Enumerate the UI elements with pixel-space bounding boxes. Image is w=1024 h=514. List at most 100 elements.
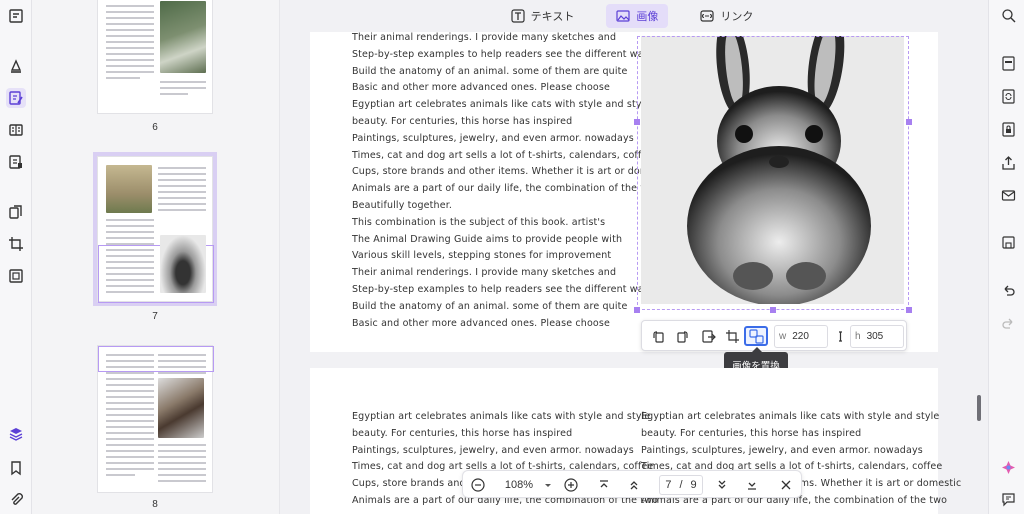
text-line[interactable]: Times, cat and dog art sells a lot of t-… <box>352 148 653 165</box>
thumbnail-page-6[interactable] <box>97 0 213 114</box>
text-line[interactable]: Egyptian art celebrates animals like cat… <box>352 409 650 426</box>
crop-page-icon[interactable] <box>6 234 26 254</box>
organize-pages-icon[interactable] <box>6 202 26 222</box>
text-line[interactable]: Cups, store brands and other items. Whet… <box>352 164 672 181</box>
thumbnail-page-number: 7 <box>152 311 158 322</box>
resize-handle-left[interactable] <box>634 119 640 125</box>
rotate-left-icon[interactable] <box>648 326 668 346</box>
first-page-icon[interactable] <box>597 475 611 495</box>
text-line[interactable]: Paintings, sculptures, jewelry, and even… <box>641 443 923 460</box>
left-toolbar <box>0 0 32 514</box>
next-page-icon[interactable] <box>715 475 729 495</box>
text-line[interactable]: Their animal renderings. I provide many … <box>352 30 616 47</box>
thumbnail-plant-photo <box>160 1 206 73</box>
thumbnail-page-7[interactable] <box>93 152 217 306</box>
tab-link-label: リンク <box>720 11 754 23</box>
text-line[interactable]: Build the anatomy of an animal. some of … <box>352 64 628 81</box>
edit-pdf-icon[interactable] <box>6 88 26 108</box>
thumbnail-page-number: 8 <box>152 499 158 510</box>
vertical-scrollbar[interactable] <box>977 395 981 421</box>
aspect-lock-icon[interactable] <box>830 326 850 346</box>
text-line[interactable]: Step-by-step examples to help readers se… <box>352 282 655 299</box>
search-icon[interactable] <box>999 6 1017 24</box>
layers-icon[interactable] <box>6 424 26 444</box>
text-line[interactable]: This combination is the subject of this … <box>352 215 605 232</box>
text-line[interactable]: Animals are a part of our daily life, th… <box>352 181 658 198</box>
ocr-icon[interactable] <box>999 54 1017 72</box>
zoom-level[interactable]: 108% <box>499 475 539 495</box>
text-icon <box>511 9 525 23</box>
image-edit-toolbar: w 220 h 305 <box>641 320 907 351</box>
thumbnail-rabbit-photo <box>106 165 152 213</box>
text-line[interactable]: Beautifully together. <box>352 198 452 215</box>
extract-image-icon[interactable] <box>698 326 718 346</box>
undo-icon[interactable] <box>999 281 1017 299</box>
bookmark-icon[interactable] <box>6 458 26 478</box>
zoom-in-icon[interactable] <box>564 475 578 495</box>
rotate-right-icon[interactable] <box>672 326 692 346</box>
width-field[interactable]: w 220 <box>774 325 828 348</box>
edit-mode-tabs: テキスト 画像 リンク <box>280 0 984 32</box>
width-value: 220 <box>792 331 809 342</box>
text-line[interactable]: The Animal Drawing Guide aims to provide… <box>352 232 622 249</box>
text-line[interactable]: Egyptian art celebrates animals like cat… <box>641 409 939 426</box>
text-line[interactable]: Their animal renderings. I provide many … <box>352 265 616 282</box>
zoom-out-icon[interactable] <box>471 475 485 495</box>
thumbnail-page-number: 6 <box>152 122 158 133</box>
text-line[interactable]: Paintings, sculptures, jewelry, and even… <box>352 443 634 460</box>
height-value: 305 <box>866 331 884 342</box>
text-line[interactable]: Step-by-step examples to help readers se… <box>352 47 655 64</box>
text-line[interactable]: Various skill levels, stepping stones fo… <box>352 248 611 265</box>
link-icon <box>700 10 714 22</box>
protect-icon[interactable] <box>999 120 1017 138</box>
thumbnail-page-8[interactable] <box>97 345 214 493</box>
zoom-dropdown-icon[interactable] <box>541 475 555 495</box>
crop-image-icon[interactable] <box>722 326 742 346</box>
page-number-field[interactable]: 7 / 9 <box>659 475 703 495</box>
tab-text-label: テキスト <box>530 11 575 23</box>
previous-page-icon[interactable] <box>627 475 641 495</box>
share-icon[interactable] <box>999 153 1017 171</box>
resize-handle-bottom-left[interactable] <box>634 307 640 313</box>
ai-assistant-icon[interactable] <box>999 458 1017 476</box>
total-pages: 9 <box>690 479 697 491</box>
width-label: w <box>779 331 787 342</box>
ocr-tool-icon[interactable] <box>6 266 26 286</box>
page-separator: / <box>679 479 683 491</box>
text-line[interactable]: Paintings, sculptures, jewelry, and even… <box>352 131 634 148</box>
last-page-icon[interactable] <box>745 475 759 495</box>
email-icon[interactable] <box>999 186 1017 204</box>
height-label: h <box>855 331 861 342</box>
resize-handle-bottom-right[interactable] <box>906 307 912 313</box>
text-line[interactable]: beauty. For centuries, this horse has in… <box>641 426 861 443</box>
resize-handle-right[interactable] <box>906 119 912 125</box>
save-icon[interactable] <box>999 233 1017 251</box>
thumbnail-pane: 6 7 8 <box>32 0 280 514</box>
tab-image[interactable]: 画像 <box>606 4 669 28</box>
text-line[interactable]: beauty. For centuries, this horse has in… <box>352 114 572 131</box>
text-line[interactable]: Basic and other more advanced ones. Plea… <box>352 316 610 333</box>
page-navigation-bar: 108% 7 / 9 <box>462 470 802 498</box>
reader-mode-icon[interactable] <box>6 6 26 26</box>
replace-image-icon[interactable] <box>744 326 768 346</box>
text-line[interactable]: beauty. For centuries, this horse has in… <box>352 426 572 443</box>
image-icon <box>616 10 630 22</box>
tab-link[interactable]: リンク <box>690 4 763 28</box>
form-icon[interactable] <box>6 152 26 172</box>
text-line[interactable]: Egyptian art celebrates animals like cat… <box>352 97 650 114</box>
text-line[interactable]: Basic and other more advanced ones. Plea… <box>352 80 610 97</box>
thumbnail-rabbit-sketch <box>160 235 206 293</box>
right-toolbar <box>988 0 1024 514</box>
tab-text[interactable]: テキスト <box>501 4 585 28</box>
highlighter-icon[interactable] <box>6 56 26 76</box>
attachment-icon[interactable] <box>6 490 26 510</box>
height-field[interactable]: h 305 <box>850 325 904 348</box>
comment-icon[interactable] <box>999 490 1017 508</box>
redo-icon[interactable] <box>999 314 1017 332</box>
read-layout-icon[interactable] <box>6 120 26 140</box>
text-line[interactable]: Build the anatomy of an animal. some of … <box>352 299 628 316</box>
close-navigation-icon[interactable] <box>779 475 793 495</box>
resize-handle-bottom[interactable] <box>770 307 776 313</box>
convert-icon[interactable] <box>999 87 1017 105</box>
image-selection-frame[interactable] <box>637 36 909 310</box>
